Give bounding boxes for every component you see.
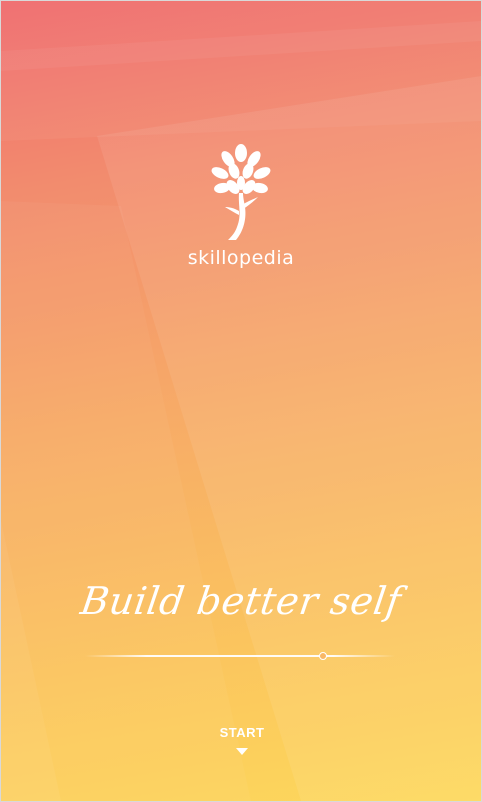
start-label: START bbox=[219, 725, 265, 740]
app-logo: skillopedia bbox=[1, 141, 481, 269]
brand-name: skillopedia bbox=[187, 247, 295, 269]
splash-screen: skillopedia Build better self START bbox=[0, 0, 482, 802]
divider-dot bbox=[319, 652, 327, 660]
start-button[interactable]: START bbox=[206, 719, 278, 769]
chevron-down-icon bbox=[236, 748, 248, 755]
tagline-divider bbox=[85, 652, 395, 660]
tagline: Build better self bbox=[77, 579, 405, 623]
background-shapes bbox=[1, 1, 481, 801]
tree-icon bbox=[211, 144, 271, 240]
